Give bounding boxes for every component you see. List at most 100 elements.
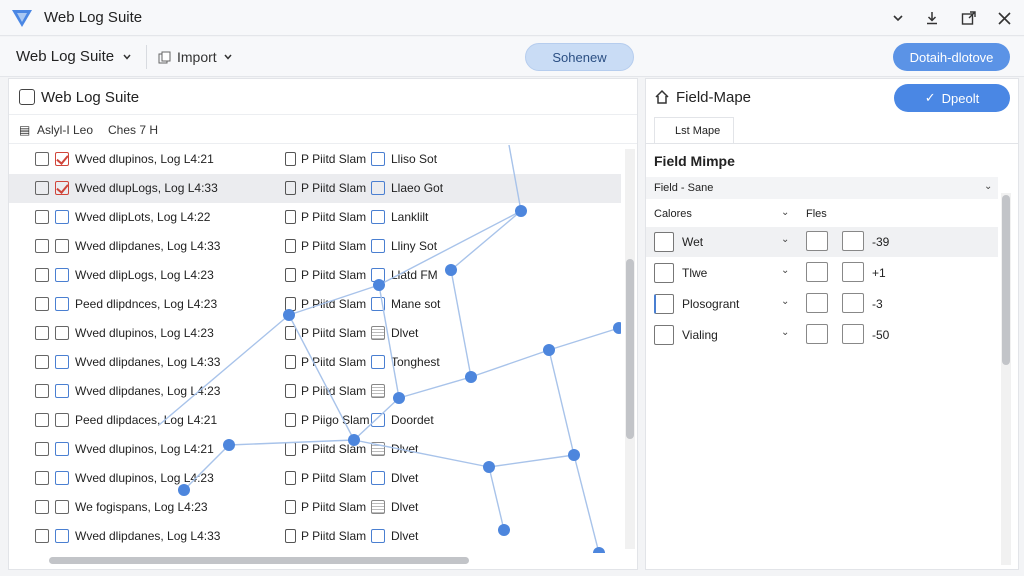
log-file-icon xyxy=(35,239,49,253)
subheader-left-label[interactable]: Aslyl-I Leo xyxy=(37,123,93,137)
scroll-thumb[interactable] xyxy=(1002,195,1010,365)
log-name: Wved dlupinos, Log L4:21 xyxy=(75,442,214,456)
import-label: Import xyxy=(177,49,217,65)
page-icon xyxy=(285,384,296,398)
toolbar-divider xyxy=(146,45,147,69)
scroll-thumb[interactable] xyxy=(49,557,469,564)
status-icon xyxy=(371,384,385,398)
default-button[interactable]: ✓ Dpeolt xyxy=(894,84,1010,112)
download-icon[interactable] xyxy=(922,8,942,28)
chevron-down-icon[interactable] xyxy=(888,8,908,28)
pop-out-icon[interactable] xyxy=(958,8,978,28)
status-icon xyxy=(371,471,385,485)
field-select[interactable]: Field - Sane ⌄ xyxy=(646,177,998,199)
row-checkbox[interactable] xyxy=(654,232,674,252)
import-menu[interactable]: Import xyxy=(158,49,233,65)
log-status: Dlvet xyxy=(391,326,419,340)
log-file-icon xyxy=(35,326,49,340)
table-row[interactable]: Wved dlupLogs, Log L4:33 P Piitd Slam Llae… xyxy=(9,174,621,203)
table-row[interactable]: Wved dlupinos, Log L4:21 P Piitd Slam Llis… xyxy=(9,145,621,174)
log-file-icon xyxy=(35,181,49,195)
row-checkbox[interactable] xyxy=(654,325,674,345)
section-heading: Field Mimpe xyxy=(654,153,735,169)
mapping-row[interactable]: Tlwe ⌄ +1 xyxy=(646,258,998,288)
log-name: Wved dlipLogs, Log L4:23 xyxy=(75,268,214,282)
log-type-icon xyxy=(55,500,69,514)
log-source: P Piitd Slam xyxy=(301,500,367,514)
table-row[interactable]: We fogispans, Log L4:23 P Piitd Slam Dlvet xyxy=(9,493,621,522)
table-row[interactable]: Wved dlupinos, Log L4:21 P Piitd Slam Dlve… xyxy=(9,435,621,464)
log-status: Tonghest xyxy=(391,355,440,369)
log-file-icon xyxy=(35,297,49,311)
log-source: P Piitd Slam xyxy=(301,181,367,195)
table-row[interactable]: Wved dlipdanes, Log L4:33 P Piitd Slam Dlv… xyxy=(9,522,621,551)
format-icon[interactable] xyxy=(842,262,864,282)
table-row[interactable]: Wved dlupinos, Log L4:23 P Piitd Slam Dlve… xyxy=(9,319,621,348)
mapping-label: Plosogrant xyxy=(682,297,740,311)
chevron-down-icon[interactable]: ⌄ xyxy=(781,265,789,276)
mapping-value: -50 xyxy=(872,328,890,342)
row-checkbox[interactable] xyxy=(654,263,674,283)
subheader-right-label[interactable]: Ches 7 H xyxy=(108,123,158,137)
files-label: Fles xyxy=(806,208,827,220)
columns-label: Calores xyxy=(654,208,692,220)
page-icon xyxy=(285,471,296,485)
log-name: Wved dlupLogs, Log L4:33 xyxy=(75,181,218,195)
chevron-down-icon[interactable]: ⌄ xyxy=(781,234,789,245)
log-status: Dlvet xyxy=(391,442,419,456)
panel-title: Field-Mape xyxy=(676,89,752,106)
mapping-row[interactable]: Wet ⌄ -39 xyxy=(646,227,998,257)
detail-button[interactable]: Dotaih-dlotove xyxy=(893,43,1010,71)
log-status: Dlvet xyxy=(391,529,419,543)
page-icon xyxy=(285,152,296,166)
schenew-button[interactable]: Sohenew xyxy=(525,43,634,71)
close-icon[interactable] xyxy=(994,8,1014,28)
format-icon[interactable] xyxy=(842,324,864,344)
page-icon xyxy=(285,268,296,282)
log-source: P Piitd Slam xyxy=(301,355,367,369)
format-icon[interactable] xyxy=(842,293,864,313)
mapping-label: Tlwe xyxy=(682,266,708,280)
default-button-label: Dpeolt xyxy=(941,90,980,106)
log-source: P Piitd Slam xyxy=(301,442,367,456)
vertical-scrollbar[interactable] xyxy=(1001,193,1011,565)
mapping-value: -39 xyxy=(872,235,890,249)
table-row[interactable]: Wved dlipdanes, Log L4:33 P Piitd Slam Ton… xyxy=(9,348,621,377)
chevron-down-icon[interactable]: ⌄ xyxy=(781,296,789,307)
log-type-icon xyxy=(55,326,69,340)
format-icon[interactable] xyxy=(842,231,864,251)
type-icon[interactable] xyxy=(806,231,828,251)
tab-list-mape[interactable]: Lst Mape xyxy=(654,117,734,143)
mapping-row[interactable]: Plosogrant ⌄ -3 xyxy=(646,289,998,319)
app-menu[interactable]: Web Log Suite xyxy=(16,48,132,65)
chevron-down-icon xyxy=(123,54,131,60)
log-name: We fogispans, Log L4:23 xyxy=(75,500,208,514)
table-row[interactable]: Peed dlipdaces, Log L4:21 P Piigo Slam Doo… xyxy=(9,406,621,435)
table-row[interactable]: Peed dlipdnces, Log L4:23 P Piitd Slam Man… xyxy=(9,290,621,319)
log-list-panel: Web Log Suite ▤ Aslyl-I Leo Ches 7 H Wve… xyxy=(8,78,638,570)
log-source: P Piitd Slam xyxy=(301,152,367,166)
table-row[interactable]: Wved dlipLots, Log L4:22 P Piitd Slam Lank… xyxy=(9,203,621,232)
status-icon xyxy=(371,239,385,253)
type-icon[interactable] xyxy=(806,324,828,344)
log-status: Doordet xyxy=(391,413,434,427)
table-row[interactable]: Wved dlipdanes, Log L4:33 P Piitd Slam Lli… xyxy=(9,232,621,261)
mapping-row[interactable]: Vialing ⌄ -50 xyxy=(646,320,998,350)
page-icon xyxy=(285,442,296,456)
table-row[interactable]: Wved dlipLogs, Log L4:23 P Piitd Slam Llat… xyxy=(9,261,621,290)
table-row[interactable]: Wved dlupinos, Log L4:23P Piitd Slam xyxy=(9,551,621,553)
scroll-thumb[interactable] xyxy=(626,259,634,439)
vertical-scrollbar[interactable] xyxy=(625,149,635,549)
chevron-down-icon[interactable]: ⌄ xyxy=(781,207,789,218)
table-row[interactable]: Wved dlupinos, Log L4:23 P Piitd Slam Dlve… xyxy=(9,464,621,493)
table-row[interactable]: Wved dlipdanes, Log L4:23 P Piitd Slam xyxy=(9,377,621,406)
type-icon[interactable] xyxy=(806,262,828,282)
horizontal-scrollbar[interactable] xyxy=(39,555,629,565)
status-icon xyxy=(371,297,385,311)
log-type-icon xyxy=(55,384,69,398)
chevron-down-icon[interactable]: ⌄ xyxy=(781,327,789,338)
type-icon[interactable] xyxy=(806,293,828,313)
status-icon xyxy=(371,355,385,369)
row-checkbox[interactable] xyxy=(654,294,674,314)
panel-title: Web Log Suite xyxy=(41,89,140,106)
